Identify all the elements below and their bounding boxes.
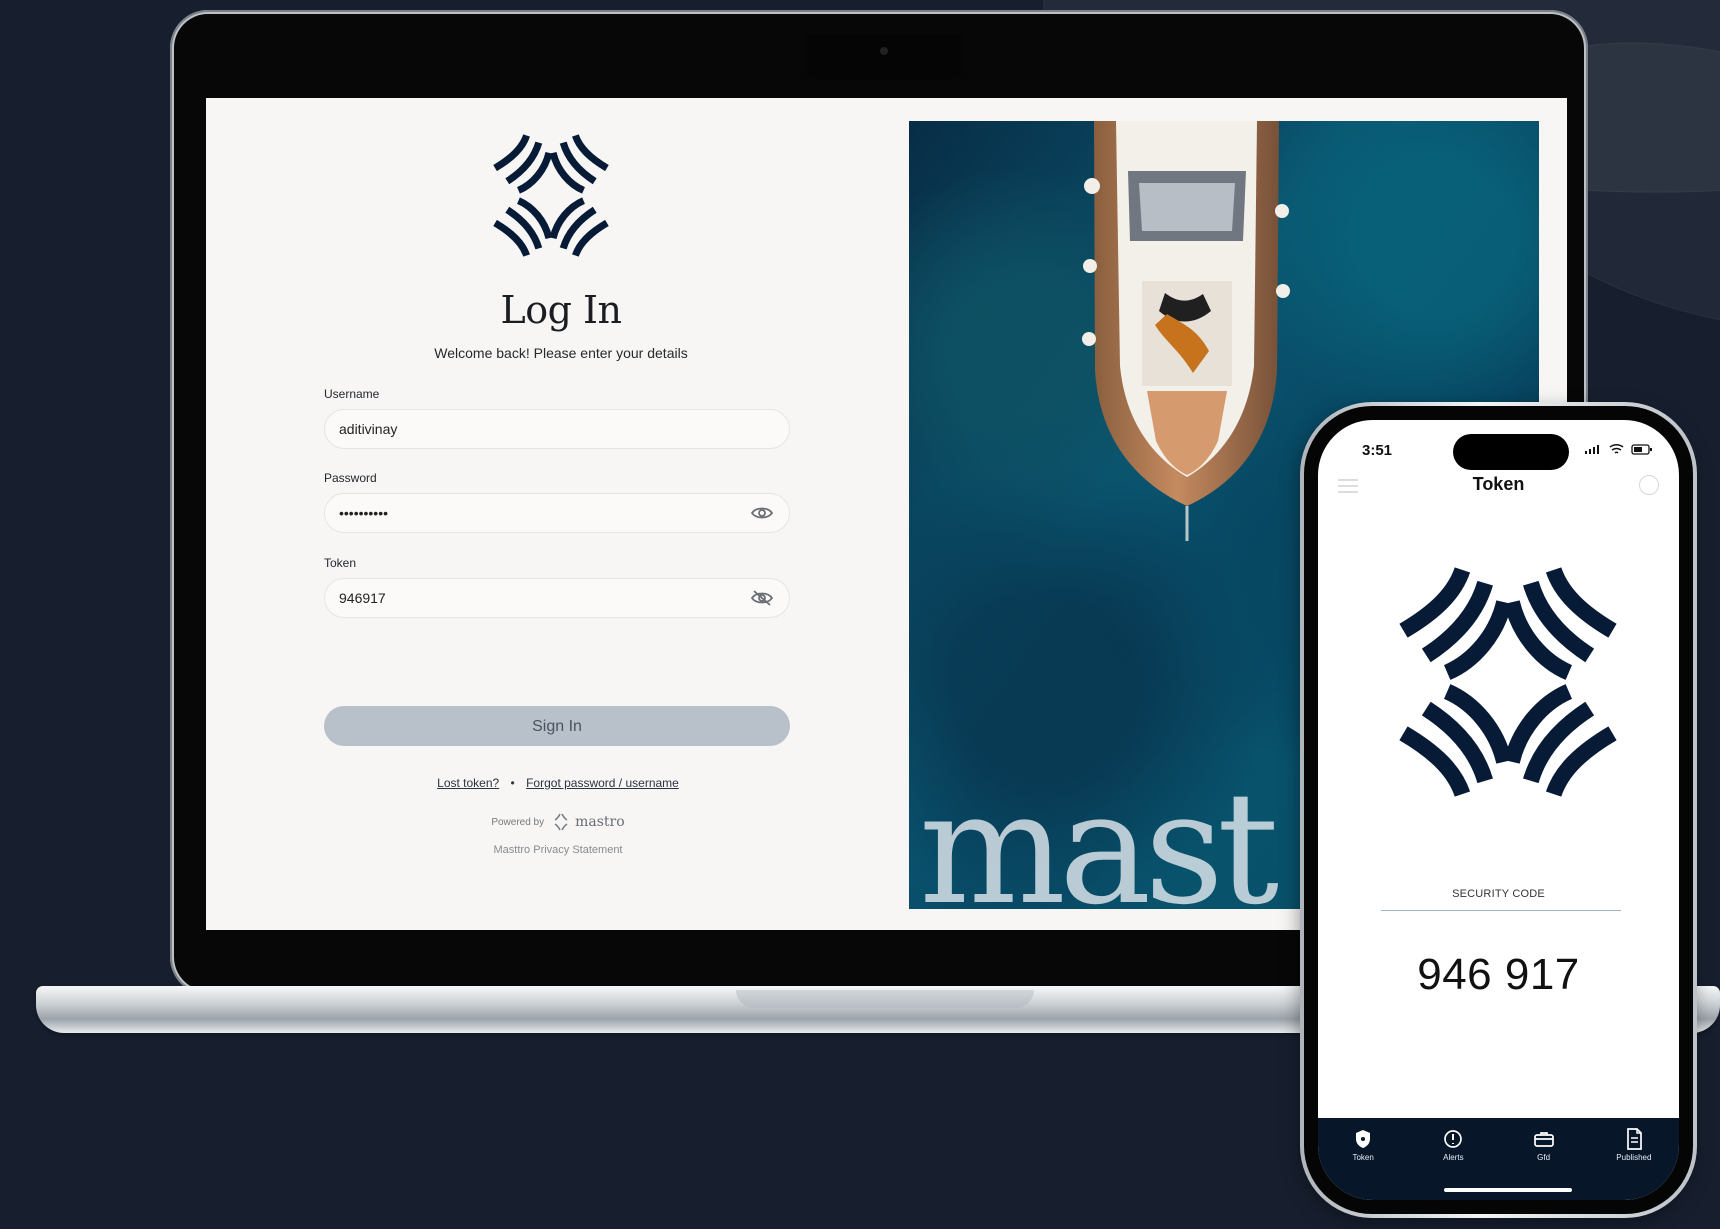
sign-in-button[interactable]: Sign In bbox=[324, 706, 790, 746]
battery-icon bbox=[1631, 444, 1652, 455]
powered-by-label: Powered by bbox=[491, 816, 545, 828]
lost-token-link[interactable]: Lost token? bbox=[437, 776, 499, 790]
tab-alerts[interactable]: Alerts bbox=[1418, 1128, 1488, 1162]
tab-token[interactable]: Token bbox=[1328, 1128, 1398, 1162]
laptop-camera-housing bbox=[804, 34, 964, 80]
mastro-wordmark: mast bbox=[919, 758, 1279, 909]
marketing-device-mockup: Log In Welcome back! Please enter your d… bbox=[0, 0, 1720, 1229]
powered-by: Powered by mastro bbox=[206, 813, 910, 831]
mastro-logo-icon bbox=[554, 813, 568, 831]
username-field[interactable]: aditivinay bbox=[324, 409, 790, 449]
phone-device: 3:51 Token SECURITY CODE 946 917 Token A… bbox=[1300, 402, 1697, 1218]
signal-icon bbox=[1585, 444, 1599, 454]
token-field[interactable]: 946917 bbox=[324, 578, 790, 618]
security-code-divider bbox=[1381, 910, 1621, 911]
phone-title: Token bbox=[1472, 474, 1525, 494]
help-links: Lost token? • Forgot password / username bbox=[206, 776, 910, 790]
eye-off-icon[interactable] bbox=[749, 589, 775, 607]
tab-gfd[interactable]: Gfd bbox=[1509, 1128, 1579, 1162]
tab-label-gfd: Gfd bbox=[1537, 1153, 1551, 1162]
mastro-brand-name: mastro bbox=[575, 814, 625, 830]
eye-off-icon bbox=[751, 590, 773, 606]
tab-published[interactable]: Published bbox=[1599, 1128, 1669, 1162]
eye-icon bbox=[751, 507, 773, 519]
password-label: Password bbox=[324, 471, 377, 485]
tab-label-token: Token bbox=[1352, 1153, 1374, 1162]
password-value: •••••••••• bbox=[339, 505, 389, 521]
document-icon bbox=[1623, 1128, 1645, 1150]
privacy-statement-link[interactable]: Masttro Privacy Statement bbox=[206, 844, 910, 856]
laptop-opening-notch bbox=[736, 990, 1034, 1008]
brand-logo-icon bbox=[493, 134, 609, 257]
token-label: Token bbox=[324, 556, 357, 570]
briefcase-icon bbox=[1533, 1128, 1555, 1150]
camera-icon bbox=[880, 47, 888, 55]
link-separator: • bbox=[510, 776, 515, 790]
shield-icon bbox=[1352, 1128, 1374, 1150]
security-code-label: SECURITY CODE bbox=[1452, 888, 1545, 900]
tab-label-published: Published bbox=[1616, 1153, 1652, 1162]
token-value: 946917 bbox=[339, 590, 386, 606]
login-panel: Log In Welcome back! Please enter your d… bbox=[206, 98, 926, 930]
dynamic-island bbox=[1453, 434, 1569, 470]
status-time: 3:51 bbox=[1362, 442, 1393, 459]
username-label: Username bbox=[324, 387, 380, 401]
username-value: aditivinay bbox=[339, 421, 398, 437]
brand-logo-icon bbox=[1399, 567, 1617, 797]
phone-tab-bar: Token Alerts Gfd Published bbox=[1318, 1118, 1679, 1200]
security-code-value: 946 917 bbox=[1417, 950, 1580, 999]
forgot-password-link[interactable]: Forgot password / username bbox=[526, 776, 679, 790]
status-icons bbox=[1584, 444, 1653, 455]
mastro-mark: mastro bbox=[552, 813, 625, 831]
login-subtitle: Welcome back! Please enter your details bbox=[434, 345, 688, 361]
phone-bezel: 3:51 Token SECURITY CODE 946 917 Token A… bbox=[1304, 406, 1693, 1214]
alert-icon bbox=[1442, 1128, 1464, 1150]
profile-icon[interactable] bbox=[1639, 475, 1659, 495]
home-indicator bbox=[1444, 1188, 1572, 1192]
phone-screen: 3:51 Token SECURITY CODE 946 917 Token A… bbox=[1318, 420, 1679, 1200]
tab-label-alerts: Alerts bbox=[1443, 1153, 1464, 1162]
login-title: Log In bbox=[500, 288, 622, 332]
wifi-icon bbox=[1609, 444, 1624, 454]
password-field[interactable]: •••••••••• bbox=[324, 493, 790, 533]
eye-icon[interactable] bbox=[749, 504, 775, 522]
